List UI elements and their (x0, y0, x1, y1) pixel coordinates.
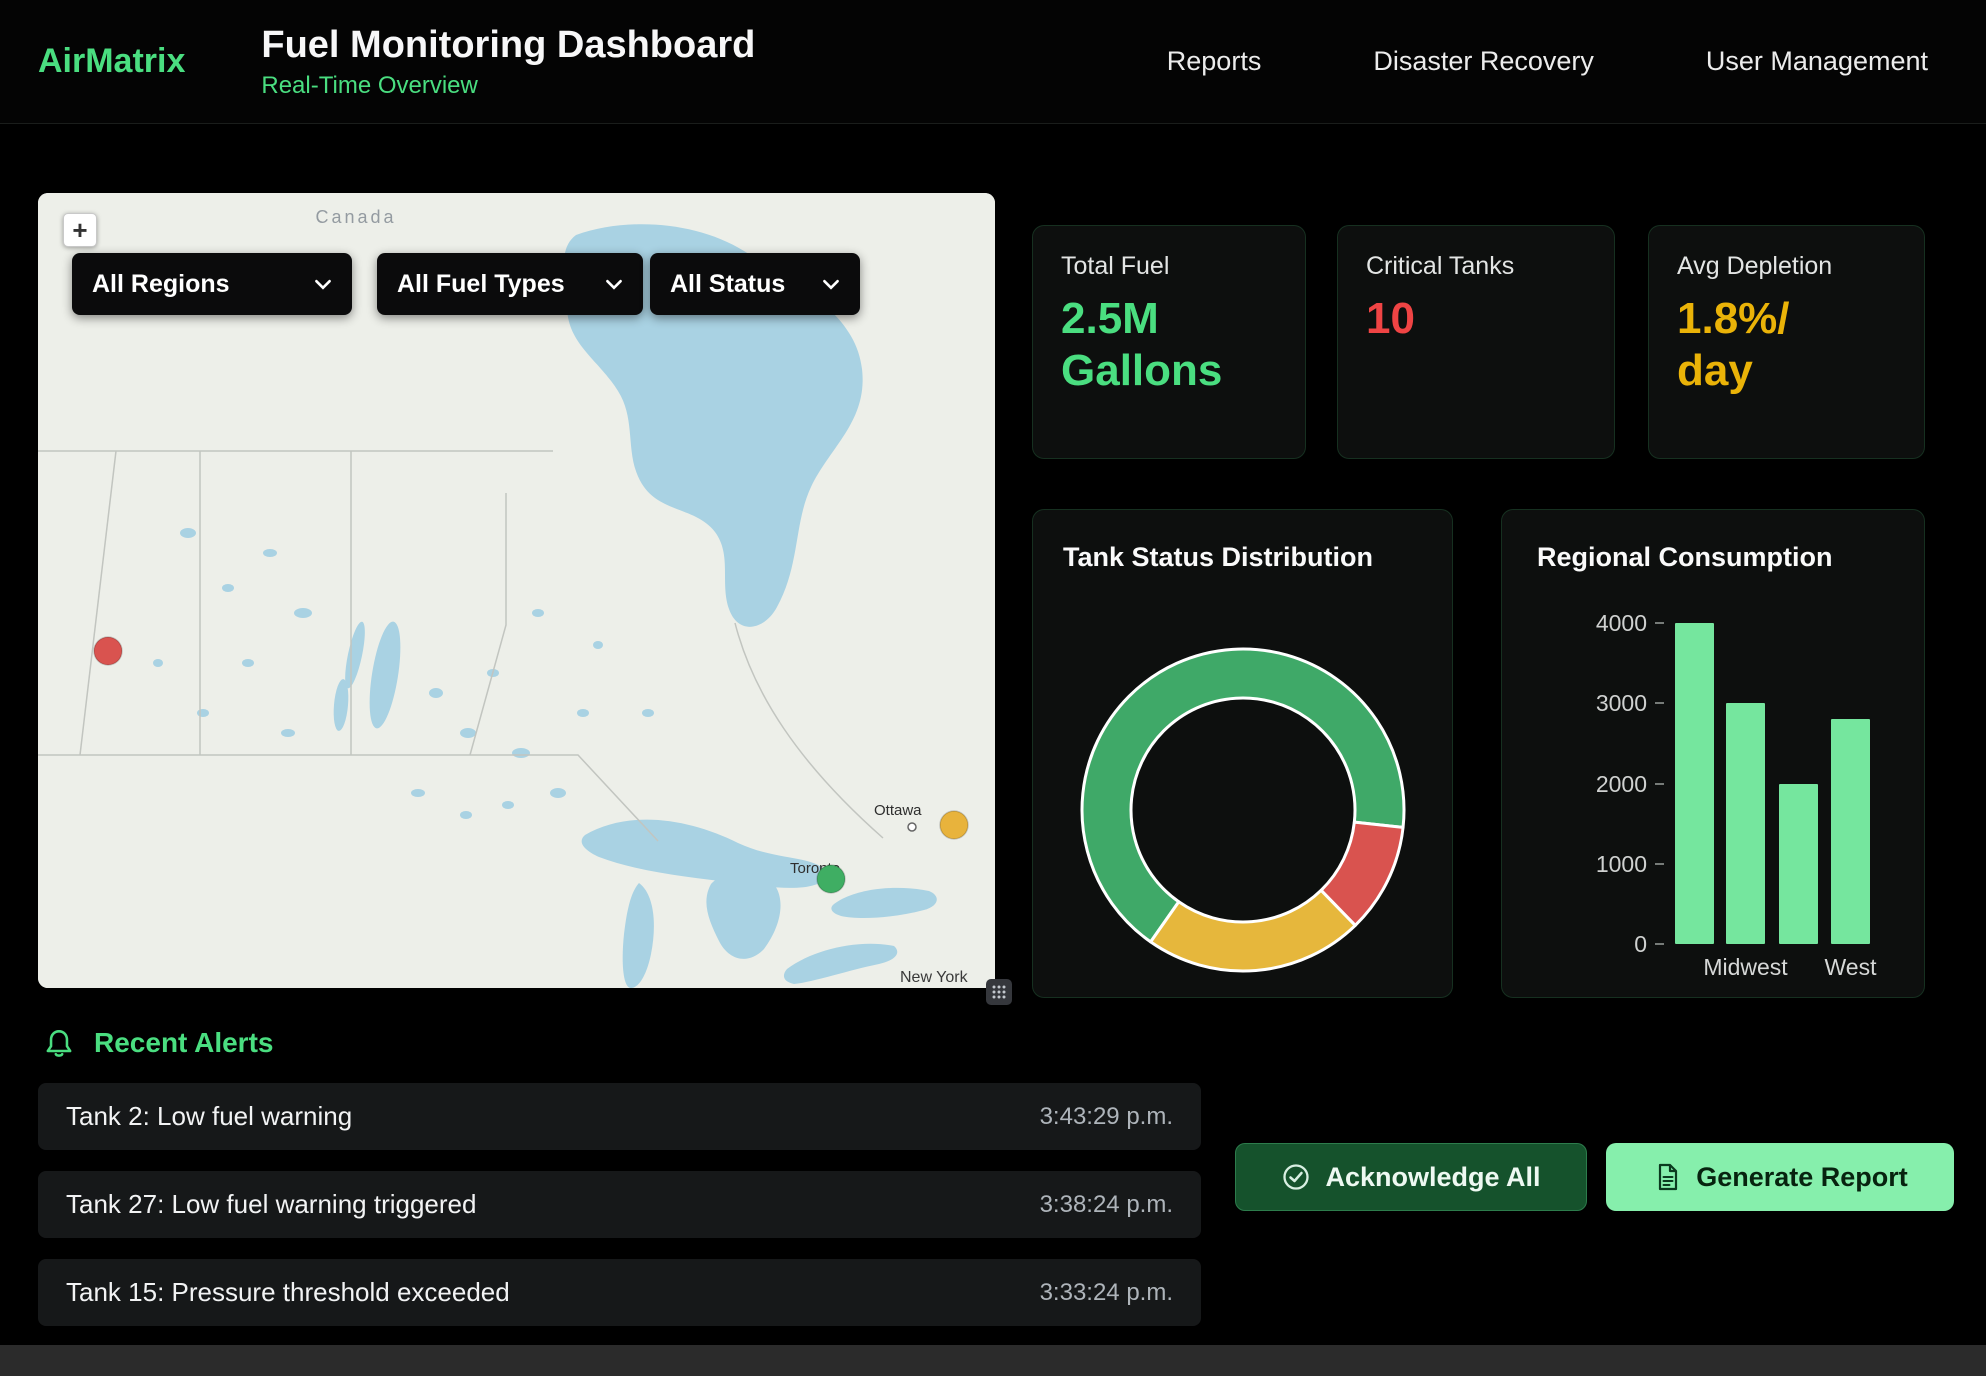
tank-status-card: Tank Status Distribution (1032, 509, 1453, 998)
app-logo: AirMatrix (38, 42, 185, 81)
donut-chart-title: Tank Status Distribution (1033, 510, 1452, 573)
status-filter-value: All Status (670, 270, 785, 299)
stat-label: Avg Depletion (1677, 252, 1896, 281)
stat-value-0: 2.5M Gallons (1061, 293, 1277, 397)
nav-disaster-recovery[interactable]: Disaster Recovery (1373, 46, 1594, 77)
stat-value-1: 10 (1366, 293, 1586, 345)
y-tick-mark (1655, 783, 1664, 785)
title-block: Fuel Monitoring Dashboard Real-Time Over… (261, 24, 755, 100)
y-tick-label: 0 (1557, 930, 1647, 958)
y-tick-label: 2000 (1557, 770, 1647, 798)
acknowledge-all-label: Acknowledge All (1325, 1162, 1540, 1193)
alert-timestamp: 3:33:24 p.m. (1040, 1279, 1173, 1307)
fuel-type-filter-dropdown[interactable]: All Fuel Types (377, 253, 643, 315)
map-resize-handle[interactable] (986, 979, 1012, 1005)
tank-status-donut-chart (1073, 640, 1413, 980)
zoom-in-button[interactable]: + (63, 213, 97, 247)
main-nav: Reports Disaster Recovery User Managemen… (1167, 46, 1928, 77)
alerts-title: Recent Alerts (94, 1027, 273, 1059)
nav-user-management[interactable]: User Management (1706, 46, 1928, 77)
tank-marker-normal[interactable] (817, 865, 845, 893)
fuel-map-panel[interactable]: Canada Ottawa Toronto New York + All Reg… (38, 193, 995, 988)
stat-value-2: 1.8%/ day (1677, 293, 1896, 397)
region-filter-dropdown[interactable]: All Regions (72, 253, 352, 315)
bottom-scrollbar-strip[interactable] (0, 1345, 1986, 1376)
map-label-canada: Canada (315, 207, 396, 227)
app-header: AirMatrix Fuel Monitoring Dashboard Real… (0, 0, 1986, 124)
donut-slice-warning (1150, 890, 1355, 971)
y-tick-label: 1000 (1557, 850, 1647, 878)
alert-timestamp: 3:38:24 p.m. (1040, 1191, 1173, 1219)
consumption-bar-2 (1779, 784, 1818, 945)
consumption-bar-1 (1726, 703, 1765, 944)
alert-row: Tank 15: Pressure threshold exceeded 3:3… (38, 1259, 1201, 1326)
acknowledge-all-button[interactable]: Acknowledge All (1235, 1143, 1587, 1211)
alert-message: Tank 2: Low fuel warning (66, 1101, 352, 1132)
tank-marker-warning[interactable] (940, 811, 968, 839)
y-tick-label: 4000 (1557, 609, 1647, 637)
check-circle-icon (1281, 1162, 1311, 1192)
alerts-header: Recent Alerts (42, 1026, 273, 1060)
drag-dots-icon (991, 984, 1007, 1000)
generate-report-button[interactable]: Generate Report (1606, 1143, 1954, 1211)
page-title: Fuel Monitoring Dashboard (261, 24, 755, 67)
stat-label: Critical Tanks (1366, 252, 1586, 281)
stat-label: Total Fuel (1061, 252, 1277, 281)
y-tick-mark (1655, 622, 1664, 624)
map-label-ottawa: Ottawa (874, 802, 922, 819)
document-icon (1652, 1162, 1682, 1192)
y-tick-mark (1655, 702, 1664, 704)
alert-row: Tank 2: Low fuel warning 3:43:29 p.m. (38, 1083, 1201, 1150)
y-tick-mark (1655, 943, 1664, 945)
chevron-down-icon (314, 279, 332, 290)
fuel-type-filter-value: All Fuel Types (397, 270, 565, 299)
stat-card-avg-depletion: Avg Depletion 1.8%/ day (1648, 225, 1925, 459)
chevron-down-icon (822, 279, 840, 290)
nav-reports[interactable]: Reports (1167, 46, 1262, 77)
regional-consumption-bar-chart: 0 1000 2000 3000 4000 Midwest West (1502, 510, 1924, 997)
consumption-bar-3 (1831, 719, 1870, 944)
x-tick-label: Midwest (1703, 954, 1787, 981)
alert-message: Tank 15: Pressure threshold exceeded (66, 1277, 510, 1308)
stat-card-critical-tanks: Critical Tanks 10 (1337, 225, 1615, 459)
alert-timestamp: 3:43:29 p.m. (1040, 1103, 1173, 1131)
alert-row: Tank 27: Low fuel warning triggered 3:38… (38, 1171, 1201, 1238)
consumption-bar-0 (1675, 623, 1714, 944)
alert-message: Tank 27: Low fuel warning triggered (66, 1189, 476, 1220)
tank-marker-critical[interactable] (94, 637, 122, 665)
page-subtitle: Real-Time Overview (261, 72, 755, 100)
chevron-down-icon (605, 279, 623, 290)
ottawa-town-dot (908, 823, 916, 831)
generate-report-label: Generate Report (1696, 1162, 1908, 1193)
region-filter-value: All Regions (92, 270, 230, 299)
status-filter-dropdown[interactable]: All Status (650, 253, 860, 315)
y-tick-label: 3000 (1557, 689, 1647, 717)
y-tick-mark (1655, 863, 1664, 865)
map-label-new-york: New York (900, 969, 969, 986)
bell-icon (42, 1026, 76, 1060)
regional-consumption-card: Regional Consumption 01000200030004000Mi… (1501, 509, 1925, 998)
stat-card-total-fuel: Total Fuel 2.5M Gallons (1032, 225, 1306, 459)
x-tick-label: West (1825, 954, 1877, 981)
